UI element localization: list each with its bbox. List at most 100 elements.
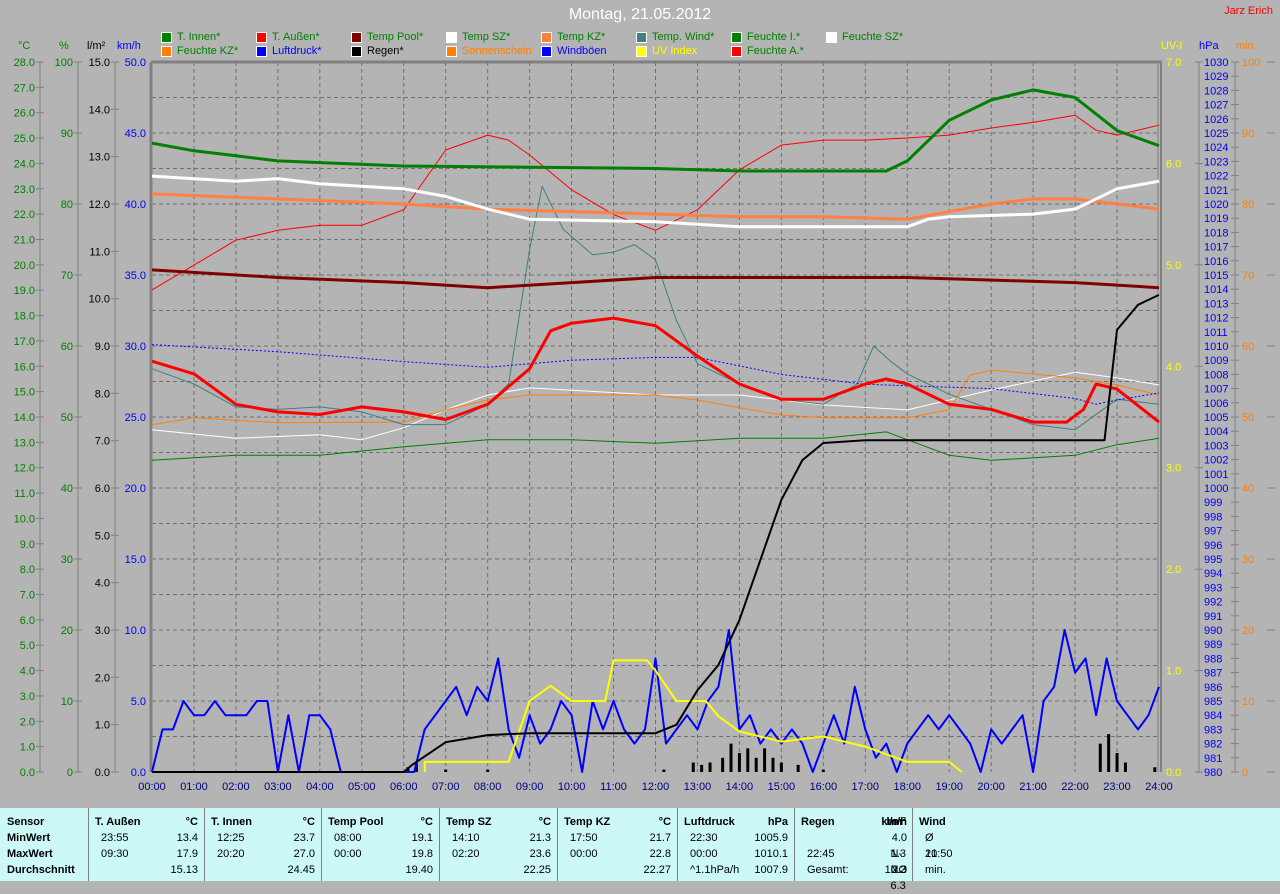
table-row: 12:25 23.7 — [205, 830, 321, 846]
legend-swatch — [636, 31, 647, 43]
legend-label: Feuchte A.* — [747, 45, 804, 57]
tick-label-sun: 20 — [1242, 625, 1254, 637]
cell-time: 00:00 — [334, 848, 362, 860]
table-row: 24.45 — [205, 862, 321, 878]
statistics-table: Sensor MinWert MaxWert Durchschnitt T. Außen… — [0, 808, 1280, 892]
series-t-innen — [151, 88, 1160, 173]
series-uv-index — [423, 659, 963, 773]
tick-label-press: 984 — [1204, 710, 1222, 722]
legend-label: Feuchte SZ* — [842, 31, 904, 43]
tick-label-rain: 4.0 — [95, 578, 110, 590]
tick-label-rain: 11.0 — [89, 246, 110, 258]
cell-value: 19.40 — [405, 864, 433, 876]
tick-label-uv: 6.0 — [1166, 158, 1181, 170]
x-tick-label: 06:00 — [390, 781, 418, 793]
tick-label-temp: 18.0 — [14, 311, 35, 323]
tick-label-temp: 26.0 — [14, 108, 35, 120]
rain-bar — [700, 764, 704, 772]
legend-swatch — [256, 31, 267, 43]
x-tick-label: 10:00 — [558, 781, 586, 793]
x-tick-label: 20:00 — [977, 781, 1005, 793]
tick-label-temp: 13.0 — [14, 437, 35, 449]
tick-label-temp: 12.0 — [14, 463, 35, 475]
tick-label-press: 1004 — [1204, 426, 1228, 438]
x-tick-label: 11:00 — [600, 781, 627, 793]
legend-item: T. Innen* — [161, 31, 220, 43]
tick-label-wind: 45.0 — [125, 128, 146, 140]
tick-label-press: 997 — [1204, 526, 1222, 538]
legend-item: Luftdruck* — [256, 45, 322, 57]
table-row: 15.13 — [89, 862, 204, 878]
table-block-temp-sz: Temp SZ °C 14:10 21.3 02:20 23.6 22.25 — [440, 808, 558, 881]
legend-swatch — [446, 45, 457, 57]
tick-label-press: 1016 — [1204, 256, 1228, 268]
weather-chart: 0.0 1.0 2.0 3.0 4.0 5.0 6.0 7.0 8.0 9.0 10.0 11.0 12… — [14, 57, 1275, 793]
chart-title: Montag, 21.05.2012 — [568, 6, 712, 23]
cell-time: 14:10 — [452, 832, 480, 844]
tick-label-rain: 3.0 — [95, 625, 110, 637]
legend-item: Sonnenschein — [446, 45, 532, 57]
table-header: Temp KZ °C — [558, 814, 677, 830]
rain-bar — [721, 757, 725, 772]
rain-bar — [486, 769, 490, 772]
x-tick-label: 19:00 — [935, 781, 963, 793]
cell-value: °C — [658, 816, 671, 828]
cell-value: hPa — [767, 816, 788, 828]
cell-value: 19.8 — [411, 848, 433, 860]
tick-label-wind: 5.0 — [131, 696, 146, 708]
tick-label-temp: 7.0 — [20, 590, 35, 602]
tick-label-temp: 23.0 — [14, 184, 35, 196]
legend-label: Temp. Wind* — [652, 31, 715, 43]
legend-item: Temp Pool* — [351, 31, 423, 43]
legend-label: Temp KZ* — [557, 31, 606, 43]
rain-bar — [1123, 762, 1127, 772]
tick-label-wind: 10.0 — [125, 625, 146, 637]
tick-label-sun: 90 — [1242, 128, 1254, 140]
rain-bar — [662, 769, 666, 772]
tick-label-temp: 17.0 — [14, 336, 35, 348]
tick-label-press: 994 — [1204, 568, 1222, 580]
tick-label-press: 987 — [1204, 668, 1222, 680]
cell-value: 23.6 — [529, 848, 551, 860]
legend-swatch — [636, 45, 647, 57]
cell-value: °C — [302, 816, 315, 828]
legend-swatch — [541, 45, 552, 57]
tick-label-press: 1011 — [1204, 327, 1228, 339]
tick-label-sun: 100 — [1242, 57, 1260, 69]
tick-label-press: 1027 — [1204, 100, 1228, 112]
legend-swatch — [351, 45, 362, 57]
tick-label-rain: 12.0 — [89, 199, 110, 211]
legend-swatch — [446, 31, 457, 43]
tick-label-rain: 1.0 — [95, 720, 110, 732]
tick-label-hum: 80 — [61, 199, 73, 211]
cell-time: 02:20 — [452, 848, 480, 860]
legend-item: Feuchte SZ* — [826, 31, 903, 43]
tick-label-press: 991 — [1204, 611, 1222, 623]
tick-label-press: 1008 — [1204, 369, 1228, 381]
tick-label-rain: 8.0 — [95, 388, 110, 400]
legend-label: Sonnenschein — [462, 45, 532, 57]
tick-label-rain: 7.0 — [95, 436, 110, 448]
legend-item: Temp SZ* — [446, 31, 510, 43]
x-tick-label: 23:00 — [1103, 781, 1131, 793]
cell-time: ^1.1hPa/h — [690, 864, 740, 876]
tick-label-hum: 30 — [61, 554, 73, 566]
table-block-temp-kz: Temp KZ °C 17:50 21.7 00:00 22.8 22.27 — [558, 808, 678, 881]
tick-label-uv: 4.0 — [1166, 361, 1181, 373]
tick-label-wind: 0.0 — [131, 767, 146, 779]
cell-value: 2.3 — [891, 864, 907, 876]
tick-label-wind: 15.0 — [125, 554, 146, 566]
cell-value: 13.4 — [176, 832, 198, 844]
cell-time: 17:50 — [570, 832, 598, 844]
tick-label-press: 1007 — [1204, 384, 1228, 396]
tick-label-temp: 10.0 — [14, 513, 35, 525]
tick-label-sun: 60 — [1242, 341, 1254, 353]
x-tick-label: 18:00 — [893, 781, 921, 793]
tick-label-temp: 8.0 — [20, 564, 35, 576]
legend-item: Regen* — [351, 45, 404, 57]
tick-label-temp: 2.0 — [20, 716, 35, 728]
tick-label-temp: 4.0 — [20, 666, 35, 678]
axis-label-hum: % — [59, 40, 69, 52]
tick-label-wind: 50.0 — [125, 57, 146, 69]
table-row: 00:00 1010.1 — [678, 846, 794, 862]
